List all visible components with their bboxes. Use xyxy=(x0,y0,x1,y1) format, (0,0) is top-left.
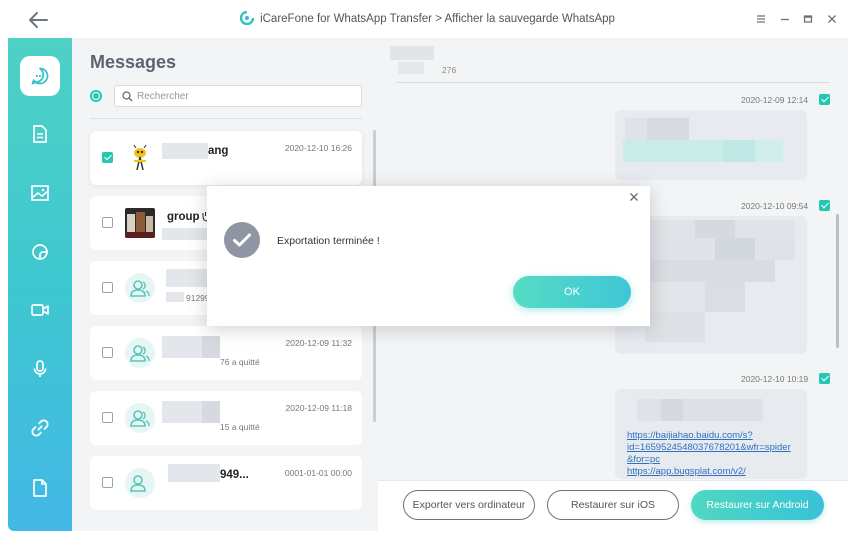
window-title-text: iCareFone for WhatsApp Transfer > Affich… xyxy=(260,13,615,25)
window-title: iCareFone for WhatsApp Transfer > Affich… xyxy=(0,10,855,26)
conversation-scrollbar[interactable] xyxy=(836,214,839,348)
app-logo-icon xyxy=(239,10,255,26)
chat-subtitle: 76 a quitté xyxy=(220,357,260,367)
chat-checkbox[interactable] xyxy=(102,152,113,163)
maximize-icon[interactable] xyxy=(801,12,815,26)
image-icon xyxy=(31,185,49,201)
message-link[interactable]: https://baijiahao.baidu.com/s? xyxy=(627,430,753,442)
chat-name: 949... xyxy=(220,469,249,481)
message-link[interactable]: &for=pc xyxy=(627,454,660,466)
chat-time: 2020-12-09 11:18 xyxy=(285,403,352,413)
select-all-radio[interactable] xyxy=(90,90,102,102)
sidebar xyxy=(8,38,72,531)
message-checkbox[interactable] xyxy=(819,200,830,211)
ok-button[interactable]: OK xyxy=(513,276,631,308)
dialog-message: Exportation terminée ! xyxy=(277,235,380,247)
minimize-icon[interactable] xyxy=(778,12,792,26)
menu-icon[interactable] xyxy=(754,12,768,26)
messages-title: Messages xyxy=(90,52,177,72)
chat-item[interactable]: 15 a quitté 2020-12-09 11:18 xyxy=(90,391,362,445)
contact-icon xyxy=(130,345,150,362)
message-link[interactable]: https://app.bugsplat.com/v2/ xyxy=(627,466,746,478)
title-bar: iCareFone for WhatsApp Transfer > Affich… xyxy=(0,0,855,38)
avatar xyxy=(125,273,155,303)
link-icon xyxy=(31,419,49,437)
chat-item[interactable]: ang 2020-12-10 16:26 xyxy=(90,131,362,185)
chat-item[interactable]: 76 a quitté 2020-12-09 11:32 xyxy=(90,326,362,380)
close-icon[interactable] xyxy=(627,190,641,204)
search-input[interactable] xyxy=(137,88,357,104)
message-checkbox[interactable] xyxy=(819,373,830,384)
document-icon xyxy=(33,125,47,143)
chat-checkbox[interactable] xyxy=(102,347,113,358)
chat-name: group xyxy=(167,211,200,223)
message-bubble xyxy=(615,110,807,180)
chat-checkbox[interactable] xyxy=(102,477,113,488)
contact-number: 276 xyxy=(442,65,457,75)
chat-time: 2020-12-09 11:32 xyxy=(285,338,352,348)
avatar xyxy=(125,208,155,238)
sticker-icon xyxy=(32,244,48,260)
sidebar-item-stickers[interactable] xyxy=(20,232,60,272)
conversation-divider xyxy=(396,82,830,83)
search-box xyxy=(114,85,362,107)
sidebar-item-videos[interactable] xyxy=(20,290,60,330)
chat-name: ang xyxy=(208,145,229,157)
export-to-computer-button[interactable]: Exporter vers ordinateur xyxy=(403,490,535,520)
close-window-icon[interactable] xyxy=(825,12,839,26)
sidebar-item-audio[interactable] xyxy=(20,349,60,389)
message-checkbox[interactable] xyxy=(819,94,830,105)
restore-android-button[interactable]: Restaurer sur Android xyxy=(691,490,824,520)
avatar xyxy=(125,468,155,498)
chat-time: 0001-01-01 00:00 xyxy=(284,468,352,478)
message-time: 2020-12-10 09:54 xyxy=(741,201,809,211)
message-time: 2020-12-10 10:19 xyxy=(741,374,809,384)
sidebar-item-links[interactable] xyxy=(20,408,60,448)
contact-icon xyxy=(130,410,150,427)
sidebar-item-images[interactable] xyxy=(20,173,60,213)
app-window: iCareFone for WhatsApp Transfer > Affich… xyxy=(0,0,855,538)
sidebar-item-files[interactable] xyxy=(20,468,60,508)
message-time: 2020-12-09 12:14 xyxy=(741,95,809,105)
sidebar-item-messages[interactable] xyxy=(20,56,60,96)
avatar xyxy=(125,338,155,368)
microphone-icon xyxy=(33,360,47,377)
restore-ios-button[interactable]: Restaurer sur iOS xyxy=(547,490,679,520)
search-icon xyxy=(122,91,133,102)
file-icon xyxy=(33,479,47,497)
chat-item[interactable]: 949... 0001-01-01 00:00 xyxy=(90,456,362,510)
chat-time: 2020-12-10 16:26 xyxy=(284,143,352,153)
chat-subtitle: 15 a quitté xyxy=(220,422,260,432)
sidebar-item-documents[interactable] xyxy=(20,114,60,154)
video-icon xyxy=(31,304,49,316)
contact-icon xyxy=(130,475,146,492)
contact-icon xyxy=(130,280,150,297)
export-complete-dialog: Exportation terminée ! OK xyxy=(207,186,650,326)
chat-bubble-icon xyxy=(31,67,49,85)
message-bubble: https://baijiahao.baidu.com/s? id=165952… xyxy=(615,389,807,479)
avatar xyxy=(125,143,155,173)
list-divider xyxy=(90,118,362,119)
chat-checkbox[interactable] xyxy=(102,217,113,228)
chat-checkbox[interactable] xyxy=(102,412,113,423)
avatar xyxy=(125,403,155,433)
success-check-icon xyxy=(224,222,260,258)
message-link[interactable]: id=1659524548037678201&wfr=spider xyxy=(627,442,791,454)
chat-checkbox[interactable] xyxy=(102,282,113,293)
